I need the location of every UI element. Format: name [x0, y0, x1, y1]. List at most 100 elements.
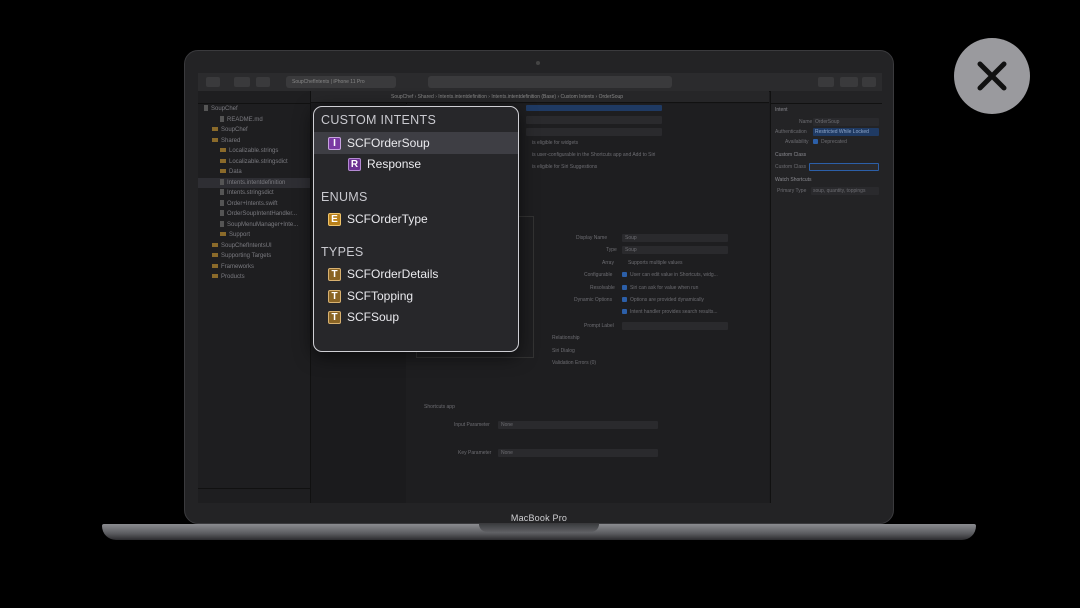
resolvable-checkbox[interactable] [622, 285, 627, 290]
dynamic-options-label: Dynamic Options [574, 297, 613, 303]
navigator-item-label: Intents.intentdefinition [227, 179, 286, 186]
inspector-toggle-button[interactable] [862, 77, 876, 87]
display-name-value: Soup [625, 235, 637, 241]
custom-class-field[interactable] [809, 163, 879, 171]
navigator-item-label: Support [229, 232, 251, 238]
input-parameter-value: None [501, 422, 513, 428]
sidebar-toggle-button[interactable] [206, 77, 220, 87]
navigator-item-label: Localizable.strings [229, 148, 279, 154]
prompt-field[interactable] [622, 322, 728, 330]
navigator-item[interactable]: SoupMenuManager+Inte... [198, 220, 310, 231]
navigator-item[interactable]: OrderSoupIntentHandler... [198, 209, 310, 220]
type-badge-icon: T [328, 310, 341, 324]
laptop-lid: SoupChefIntents | iPhone 11 Pro SoupChef… [184, 50, 894, 524]
file-icon [220, 115, 224, 122]
widgets-text: is eligible for widgets [532, 140, 579, 146]
type-value: Soup [625, 247, 637, 253]
type-selector-popover: CUSTOM INTENTS I SCFOrderSoup R Response… [313, 106, 519, 352]
popover-item-scforder-soup[interactable]: I SCFOrderSoup [314, 132, 518, 154]
inspector-auth-label: Authentication [775, 129, 807, 135]
resolvable-label: Resolvable [590, 285, 615, 291]
siri-dialog-section[interactable]: Siri Dialog [552, 348, 575, 354]
navigator-tabs[interactable] [198, 91, 310, 104]
display-name-field[interactable] [622, 234, 728, 242]
navigator-item[interactable]: Order+Intents.swift [198, 199, 310, 210]
navigator-item[interactable]: Products [198, 272, 310, 283]
configurable-checkbox[interactable] [622, 272, 627, 277]
navigator-file-list: SoupChef README.md SoupChef Shared Localizab… [198, 104, 310, 283]
custom-class-label: Custom Class [775, 164, 807, 170]
editor-options-button[interactable] [840, 77, 858, 87]
array-label: Array [602, 260, 614, 266]
stop-button[interactable] [256, 77, 270, 87]
library-button[interactable] [818, 77, 834, 87]
folder-icon [212, 242, 218, 247]
section-title-enums: ENUMS [321, 190, 368, 204]
navigator-item[interactable]: Supporting Targets [198, 251, 310, 262]
section-title-types: TYPES [321, 245, 364, 259]
relationship-section[interactable]: Relationship [552, 335, 580, 341]
navigator-item[interactable]: Data [198, 167, 310, 178]
key-parameter-select[interactable] [498, 449, 658, 457]
navigator-item[interactable]: Intents.intentdefinition [198, 177, 310, 188]
run-button[interactable] [234, 77, 250, 87]
intent-badge-icon: I [328, 136, 341, 150]
navigator-item[interactable]: README.md [198, 115, 310, 126]
deprecated-checkbox[interactable] [813, 139, 818, 144]
key-parameter-value: None [501, 450, 513, 456]
navigator-item-label: SoupChef [221, 127, 248, 133]
intent-handler-checkbox[interactable] [622, 309, 627, 314]
prompt-label: Prompt Label [584, 323, 614, 329]
section-title-custom-intents: CUSTOM INTENTS [321, 113, 437, 127]
configurable-text: is user-configurable in the Shortcuts ap… [532, 152, 656, 158]
scheme-selector[interactable]: SoupChefIntents | iPhone 11 Pro [286, 76, 396, 88]
inspector-availability-label: Availability [785, 139, 809, 145]
navigator-item[interactable]: SoupChef [198, 104, 310, 115]
navigator-item[interactable]: Localizable.strings [198, 146, 310, 157]
navigator-item[interactable]: SoupChefIntentsUI [198, 241, 310, 252]
input-parameter-select[interactable] [498, 421, 658, 429]
navigator-item-label: Products [221, 274, 245, 280]
lid-notch [479, 524, 599, 532]
navigator-item-label: SoupMenuManager+Inte... [227, 221, 299, 228]
inspector-name-value: OrderSoup [815, 119, 840, 125]
folder-icon [212, 274, 218, 279]
folder-icon [220, 169, 226, 174]
folder-icon [212, 253, 218, 258]
validation-errors-section[interactable]: Validation Errors (0) [552, 360, 596, 366]
inspector-auth-value: Restricted While Locked [815, 129, 869, 135]
navigator-item-label: Order+Intents.swift [227, 200, 278, 207]
popover-item-response[interactable]: R Response [314, 153, 518, 175]
navigator-filter[interactable] [198, 488, 310, 503]
input-parameter-label: Input Parameter [454, 422, 490, 428]
popover-item-scftopping[interactable]: T SCFTopping [314, 285, 518, 307]
popover-item-scforder-details[interactable]: T SCFOrderDetails [314, 263, 518, 285]
navigator-item[interactable]: Intents.stringsdict [198, 188, 310, 199]
navigator-item-label: Frameworks [221, 263, 255, 270]
jump-bar[interactable]: SoupChef › Shared › Intents.intentdefini… [311, 91, 769, 103]
navigator-item[interactable]: SoupChef [198, 125, 310, 136]
category-select[interactable] [526, 105, 662, 111]
navigator-item[interactable]: Frameworks [198, 262, 310, 273]
dynamic-options-value: Options are provided dynamically [630, 297, 704, 303]
navigator-item-label: SoupChef [211, 106, 238, 112]
popover-item-scforder-type[interactable]: E SCFOrderType [314, 208, 518, 230]
activity-status [428, 76, 672, 88]
popover-item-scfsoup[interactable]: T SCFSoup [314, 306, 518, 328]
navigator-item[interactable]: Localizable.stringsdict [198, 157, 310, 168]
intent-field[interactable] [526, 116, 662, 124]
close-button[interactable] [954, 38, 1030, 114]
shortcuts-app-section[interactable]: Shortcuts app [424, 404, 455, 410]
folder-icon [212, 127, 218, 132]
navigator-item[interactable]: Shared [198, 136, 310, 147]
dynamic-options-checkbox[interactable] [622, 297, 627, 302]
folder-icon [220, 148, 226, 153]
file-icon [220, 210, 224, 217]
title-field[interactable] [526, 128, 662, 136]
inspector-section-intent: Intent [775, 107, 788, 113]
inspector-tabs[interactable] [771, 91, 882, 104]
navigator-item[interactable]: Support [198, 230, 310, 241]
display-name-label: Display Name [576, 235, 608, 241]
type-select[interactable] [622, 246, 728, 254]
file-icon [220, 189, 224, 196]
